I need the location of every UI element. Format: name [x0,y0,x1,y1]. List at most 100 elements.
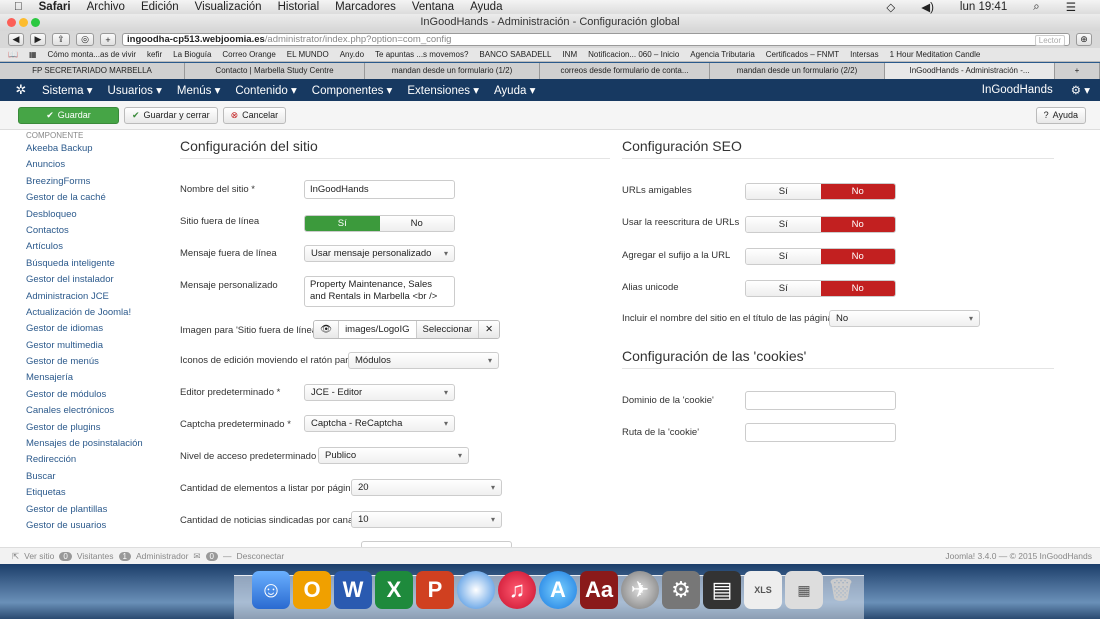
nav-usuarios[interactable]: Usuarios ▾ [108,83,162,97]
outlook-icon[interactable]: O [293,571,331,609]
menu-historial[interactable]: Historial [278,1,320,13]
browser-tab[interactable]: mandan desde un formulario (2/2) [710,63,885,79]
offline-no[interactable]: No [379,216,454,231]
sidebar-item[interactable]: BreezingForms [26,174,166,190]
list-icon[interactable]: ☰ [1066,0,1076,14]
browser-tab[interactable]: correos desde formulario de conta... [540,63,710,79]
sidebar-item[interactable]: Desbloqueo [26,207,166,223]
nav-menus[interactable]: Menús ▾ [177,83,220,97]
logout-icon[interactable]: — [223,551,232,561]
unicode-yes[interactable]: Sí [746,281,821,296]
cancel-button[interactable]: ⊗ Cancelar [222,106,287,124]
site-link[interactable]: InGoodHands [982,84,1053,96]
sitename-pages-select[interactable]: No [829,310,980,327]
document-icon[interactable]: XLS [744,571,782,609]
sidebar-item[interactable]: Contactos [26,223,166,239]
bookmark[interactable]: Cómo monta...as de vivir [48,50,136,59]
bookmark[interactable]: Correo Orange [222,50,275,59]
sidebar-item[interactable]: Gestor de plantillas [26,502,166,518]
sidebar-item[interactable]: Buscar [26,469,166,485]
sidebar-item[interactable]: Canales electrónicos [26,403,166,419]
history-icon[interactable]: ◎ [76,33,94,46]
finder-icon[interactable]: ☺ [252,571,290,609]
bookmark[interactable]: Te apuntas ...s movemos? [375,50,468,59]
browser-tab[interactable]: Contacto | Marbella Study Centre [185,63,365,79]
sidebar-item[interactable]: Artículos [26,239,166,255]
cookie-path-input[interactable] [745,423,896,442]
menu-ventana[interactable]: Ventana [412,1,454,13]
bookmark[interactable]: Notificacion... 060 – Inicio [588,50,679,59]
word-icon[interactable]: W [334,571,372,609]
menu-visualizacion[interactable]: Visualización [195,1,262,13]
volume-icon[interactable]: ◀) [921,0,934,14]
list-limit-select[interactable]: 20 [351,479,502,496]
forward-button[interactable]: ▶ [30,33,46,46]
suffix-yes[interactable]: Sí [746,249,821,264]
nav-ayuda[interactable]: Ayuda ▾ [494,83,535,97]
bookmark[interactable]: Certificados – FNMT [766,50,839,59]
access-select[interactable]: Publico [318,447,469,464]
sidebar-item[interactable]: Mensajes de posinstalación [26,436,166,452]
downloads-icon[interactable]: ⊕ [1076,33,1092,46]
sidebar-item[interactable]: Anuncios [26,157,166,173]
unicode-no[interactable]: No [820,281,895,296]
launchpad-icon[interactable]: ✈ [621,571,659,609]
sidebar-item[interactable]: Gestor de menús [26,354,166,370]
select-image-button[interactable]: Seleccionar [416,321,480,338]
bookmark[interactable]: Agencia Tributaria [690,50,754,59]
close-icon[interactable] [7,18,16,27]
menu-archivo[interactable]: Archivo [87,1,125,13]
bookmark[interactable]: Intersas [850,50,878,59]
sidebar-item[interactable]: Gestor de idiomas [26,321,166,337]
suffix-no[interactable]: No [820,249,895,264]
bookmark[interactable]: La Bioguía [173,50,211,59]
clear-icon[interactable]: ✕ [479,321,500,338]
book-icon[interactable]: 📖 [8,50,18,59]
logout-link[interactable]: Desconectar [237,551,285,561]
excel-icon[interactable]: X [375,571,413,609]
minimize-icon[interactable] [19,18,28,27]
sidebar-item[interactable]: Mensajería [26,370,166,386]
app-store-icon[interactable]: A [539,571,577,609]
new-tab-button[interactable]: + [1055,63,1100,79]
eye-icon[interactable]: 👁 [314,321,340,338]
editor-select[interactable]: JCE - Editor [304,384,455,401]
joomla-logo-icon[interactable]: ✲ [0,82,42,98]
sidebar-item[interactable]: Etiquetas [26,485,166,501]
sef-no[interactable]: No [820,184,895,199]
sidebar-item[interactable]: Gestor multimedia [26,338,166,354]
printer-icon[interactable]: ▤ [703,571,741,609]
cookie-domain-input[interactable] [745,391,896,410]
rewrite-no[interactable]: No [820,217,895,232]
sidebar-item[interactable]: Actualización de Joomla! [26,305,166,321]
preview-icon[interactable]: ▦ [785,571,823,609]
menu-edicion[interactable]: Edición [141,1,179,13]
unicode-toggle[interactable]: Sí No [745,280,896,297]
menu-ayuda[interactable]: Ayuda [470,1,502,13]
safari-icon[interactable] [457,571,495,609]
help-button[interactable]: ? Ayuda [1035,106,1086,124]
view-site-link[interactable]: Ver sitio [24,551,54,561]
offline-toggle[interactable]: Sí No [304,215,455,232]
itunes-icon[interactable]: ♫ [498,571,536,609]
bookmark[interactable]: EL MUNDO [287,50,329,59]
custom-msg-textarea[interactable]: Property Maintenance, Sales and Rentals … [304,276,455,307]
suffix-toggle[interactable]: Sí No [745,248,896,265]
bookmark[interactable]: BANCO SABADELL [479,50,551,59]
dictionary-icon[interactable]: Aa [580,571,618,609]
bookmark[interactable]: INM [562,50,577,59]
sidebar-item[interactable]: Gestor de la caché [26,190,166,206]
add-tab-button[interactable]: + [100,33,116,46]
spotlight-icon[interactable]: ⌕ [1033,1,1039,14]
wifi-icon[interactable]: ◇ [886,0,895,14]
bookmark[interactable]: Any.do [340,50,364,59]
trash-icon[interactable]: 🗑 [822,571,860,609]
bookmark[interactable]: 1 Hour Meditation Candle [890,50,981,59]
clock[interactable]: lun 19:41 [960,1,1007,13]
rewrite-yes[interactable]: Sí [746,217,821,232]
save-button[interactable]: ✔ Guardar [18,106,119,124]
menu-marcadores[interactable]: Marcadores [335,1,396,13]
offline-yes[interactable]: Sí [305,216,380,231]
nav-extensiones[interactable]: Extensiones ▾ [407,83,479,97]
offline-msg-select[interactable]: Usar mensaje personalizado [304,245,455,262]
